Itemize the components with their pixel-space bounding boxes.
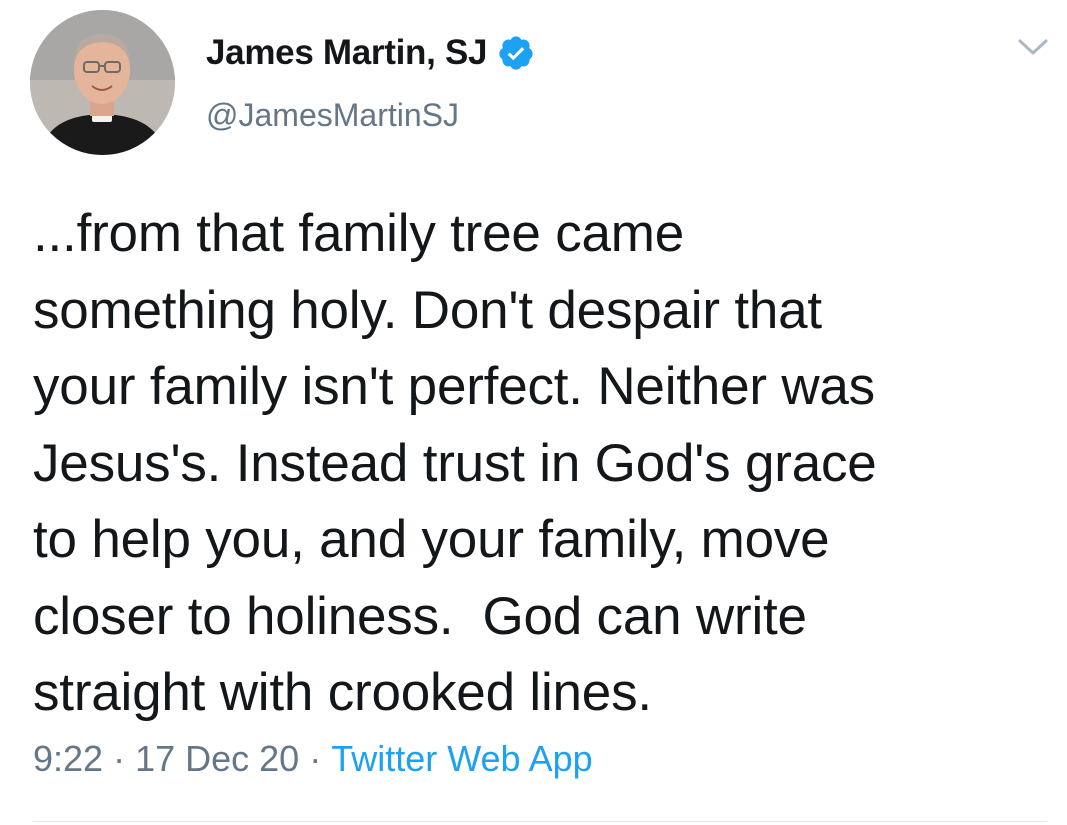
verified-badge-icon (499, 36, 533, 70)
tweet-text-line: closer to holiness. God can write (33, 586, 807, 646)
tweet-metadata: 9:22 · 17 Dec 20 · Twitter Web App (33, 738, 593, 780)
separator: · (309, 738, 322, 779)
chevron-down-icon[interactable] (1016, 36, 1050, 58)
divider (33, 821, 1047, 822)
tweet-text-line: straight with crooked lines. (33, 663, 652, 722)
tweet-date[interactable]: 17 Dec 20 (135, 738, 299, 780)
display-name-row[interactable]: James Martin, SJ (206, 30, 535, 76)
tweet-source-link[interactable]: Twitter Web App (331, 738, 592, 780)
separator: · (113, 738, 126, 779)
tweet-text-line: ...from that family tree came (33, 204, 685, 263)
tweet-text-line: Jesus's. Instead trust in God's grace (33, 433, 877, 493)
tweet: James Martin, SJ @JamesMartinSJ ...from … (0, 0, 1067, 825)
tweet-text: ...from that family tree came something … (33, 196, 1043, 732)
user-handle[interactable]: @JamesMartinSJ (206, 97, 459, 134)
profile-photo (30, 10, 175, 155)
tweet-time[interactable]: 9:22 (33, 738, 103, 780)
tweet-text-line: to help you, and your family, move (33, 510, 830, 569)
display-name[interactable]: James Martin, SJ (206, 33, 487, 73)
tweet-text-line: something holy. Don't despair that (33, 280, 822, 340)
tweet-text-line: your family isn't perfect. Neither was (33, 357, 875, 416)
avatar[interactable] (30, 10, 175, 155)
